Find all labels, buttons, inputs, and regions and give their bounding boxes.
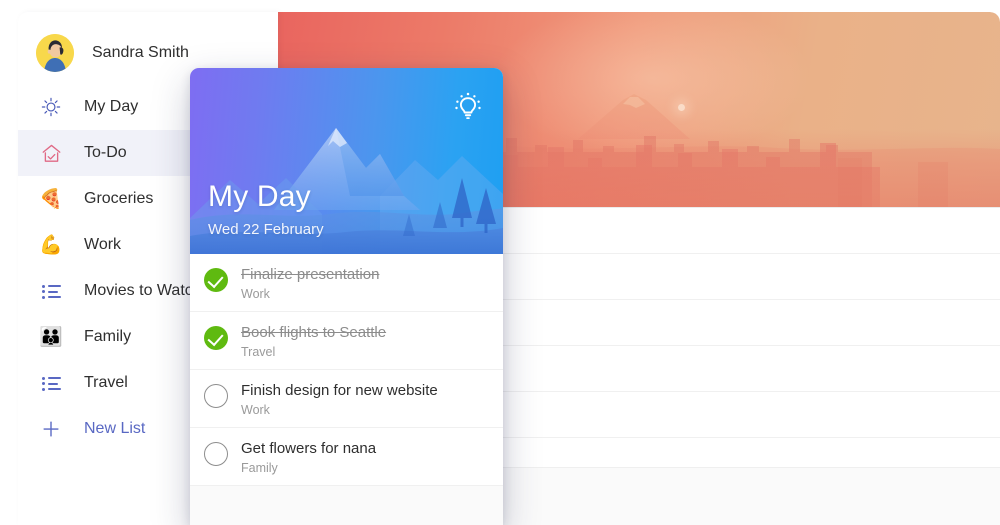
card-task-list: Finalize presentation Work Book flights … [190,254,503,525]
task-category: Work [241,286,270,301]
task-checkbox[interactable] [204,384,228,408]
app-screenshot: o practice or new clients at the garage … [0,0,1000,525]
card-date: Wed 22 February [208,221,324,238]
profile-name: Sandra Smith [92,44,189,61]
task-checkbox[interactable] [204,442,228,466]
my-day-card-header: My Day Wed 22 February [190,68,503,254]
task-title: Finalize presentation [241,266,380,283]
task-checkbox[interactable] [204,326,228,350]
sidebar-item-label: My Day [84,98,139,115]
family-icon: 👪 [39,326,63,348]
list-item[interactable]: Book flights to Seattle Travel [190,312,503,370]
task-checkbox[interactable] [204,268,228,292]
flexed-bicep-icon: 💪 [39,234,63,256]
task-title: Get flowers for nana [241,440,377,457]
task-title: Finish design for new website [241,382,438,399]
list-icon [36,276,66,306]
task-title: Book flights to Seattle [241,324,387,341]
card-footer [190,486,503,525]
list-icon [36,368,66,398]
my-day-card: My Day Wed 22 February Finalize presenta… [190,68,503,525]
sidebar-item-label: To-Do [84,144,127,161]
pizza-icon: 🍕 [39,188,63,210]
plus-icon [36,414,66,444]
task-category: Work [241,402,270,417]
card-title: My Day [208,180,311,213]
sidebar-item-label: Travel [84,374,128,391]
sun-icon [36,92,66,122]
list-item[interactable]: Get flowers for nana Family [190,428,503,486]
lightbulb-icon[interactable] [451,90,485,124]
sidebar-item-label: Family [84,328,132,345]
list-item[interactable]: Finish design for new website Work [190,370,503,428]
sidebar-item-label: Work [84,236,122,253]
sidebar-item-label: Movies to Watch [84,282,202,299]
list-item[interactable]: Finalize presentation Work [190,254,503,312]
avatar[interactable] [36,34,74,72]
new-list-label: New List [84,420,146,437]
user-avatar-icon [36,34,74,72]
task-category: Travel [241,344,276,359]
task-category: Family [241,460,278,475]
sidebar-item-label: Groceries [84,190,154,207]
home-check-icon [36,138,66,168]
